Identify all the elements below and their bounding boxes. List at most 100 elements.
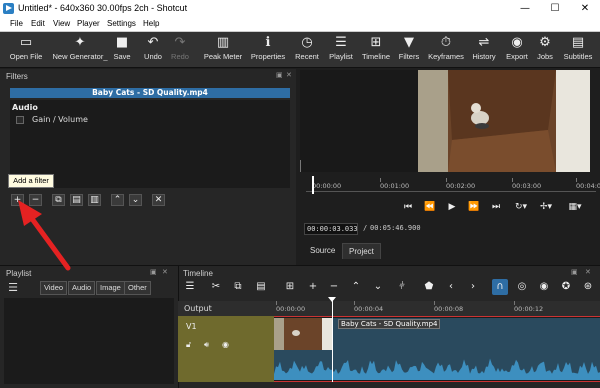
playlist-view-video[interactable]: Video — [40, 281, 68, 295]
remove-icon[interactable]: − — [326, 279, 342, 295]
player-canvas-background — [300, 70, 418, 172]
remove-filter-button[interactable]: − — [29, 194, 42, 206]
next-marker-icon[interactable]: › — [465, 279, 481, 295]
fast-forward-icon[interactable]: ⏩ — [467, 201, 481, 213]
tab-project[interactable]: Project — [342, 243, 381, 259]
player-playhead[interactable] — [312, 176, 314, 194]
playlist-view-image[interactable]: Image — [96, 281, 125, 295]
previous-marker-icon[interactable]: ‹ — [443, 279, 459, 295]
close-icon[interactable]: ✕ — [570, 0, 600, 18]
add-icon[interactable]: + — [305, 279, 321, 295]
split-icon[interactable]: ⫩ — [394, 279, 410, 295]
menu-view[interactable]: View — [53, 19, 70, 28]
close-panel-icon[interactable]: ✕ — [162, 268, 168, 276]
rewind-icon[interactable]: ⏪ — [423, 201, 437, 213]
peak-meter-button[interactable]: ▥ Peak Meter — [201, 32, 245, 68]
deselect-filter-button[interactable]: ✕ — [152, 194, 165, 206]
keyframes-button[interactable]: ⏱ Keyframes — [427, 32, 465, 68]
toolbar: ▭ Open File ✦ New Generator_ ■ Save ↶ Un… — [0, 32, 600, 68]
overwrite-icon[interactable]: ⌄ — [370, 279, 386, 295]
filters-button[interactable]: ▼ Filters — [396, 32, 422, 68]
recent-button[interactable]: ◷ Recent — [292, 32, 322, 68]
save-button[interactable]: ■ Save — [110, 32, 134, 68]
redo-button[interactable]: ↷ Redo — [168, 32, 192, 68]
playlist-menu-icon[interactable]: ☰ — [6, 281, 20, 295]
copy-filters-button[interactable]: ⧉ — [52, 194, 65, 206]
scrub-icon[interactable]: ◎ — [514, 279, 530, 295]
clip-thumbnail — [274, 318, 332, 350]
float-panel-icon[interactable]: ▣ — [571, 268, 578, 276]
play-icon[interactable]: ▶ — [445, 201, 459, 213]
undo-button[interactable]: ↶ Undo — [140, 32, 166, 68]
jobs-button[interactable]: ⚙ Jobs — [534, 32, 556, 68]
menu-file[interactable]: File — [10, 19, 23, 28]
playlist-view-other[interactable]: Other — [124, 281, 151, 295]
timeline-button[interactable]: ⊞ Timeline — [359, 32, 393, 68]
loop-icon[interactable]: ↻▾ — [511, 201, 531, 213]
history-icon: ⇌ — [478, 35, 490, 50]
timeline-playhead-handle[interactable] — [328, 297, 336, 302]
subtitles-button[interactable]: ▤ Subtitles — [561, 32, 595, 68]
new-generator-button[interactable]: ✦ New Generator_ — [52, 32, 108, 68]
marker-icon[interactable]: ⬟ — [421, 279, 437, 295]
open-file-button[interactable]: ▭ Open File — [8, 32, 44, 68]
playlist-button[interactable]: ☰ Playlist — [326, 32, 356, 68]
ripple-icon[interactable]: ◉ — [536, 279, 552, 295]
append-icon[interactable]: ⊞ — [282, 279, 298, 295]
minimize-icon[interactable]: — — [510, 0, 540, 18]
tab-source[interactable]: Source — [304, 243, 341, 259]
playlist-view-audio[interactable]: Audio — [68, 281, 96, 295]
cut-icon[interactable]: ✂ — [208, 279, 224, 295]
player-scrollbar[interactable] — [300, 160, 301, 172]
mute-icon[interactable]: 🔊︎ — [204, 340, 209, 350]
history-button[interactable]: ⇌ History — [469, 32, 499, 68]
video-preview[interactable] — [418, 70, 590, 172]
menu-help[interactable]: Help — [143, 19, 159, 28]
close-panel-icon[interactable]: ✕ — [286, 71, 292, 79]
skip-next-icon[interactable]: ⏭ — [489, 201, 503, 213]
track-label-v1: V1 — [186, 322, 197, 331]
paste-filters-button[interactable]: ▤ — [70, 194, 83, 206]
float-panel-icon[interactable]: ▣ — [276, 71, 283, 79]
waveform-path — [274, 358, 600, 380]
ripple-all-icon[interactable]: ✪ — [558, 279, 574, 295]
lift-icon[interactable]: ⌃ — [348, 279, 364, 295]
menu-settings[interactable]: Settings — [107, 19, 136, 28]
maximize-icon[interactable]: ☐ — [540, 0, 570, 18]
menu-player[interactable]: Player — [77, 19, 100, 28]
player-ruler[interactable]: 00:00:00 00:01:00 00:02:00 00:03:00 00:0… — [306, 178, 600, 192]
add-filter-button[interactable]: + — [11, 194, 24, 206]
track-label-output: Output — [184, 304, 212, 313]
paste-icon[interactable]: ▤ — [253, 279, 269, 295]
timeline-playhead[interactable] — [332, 299, 333, 382]
grid-icon[interactable]: ▦▾ — [564, 201, 586, 213]
zoom-icon[interactable]: ✢▾ — [536, 201, 556, 213]
jobs-icon: ⚙ — [539, 35, 551, 50]
menu-edit[interactable]: Edit — [31, 19, 45, 28]
copy-icon[interactable]: ⧉ — [230, 279, 246, 295]
ripple-markers-icon[interactable]: ⊛ — [580, 279, 596, 295]
snap-magnet-icon[interactable]: ∩ — [492, 279, 508, 295]
timeline-clip-label: Baby Cats - SD Quality.mp4 — [338, 319, 441, 329]
float-panel-icon[interactable]: ▣ — [150, 268, 157, 276]
video-frame-image — [418, 70, 590, 172]
timeline-menu-icon[interactable]: ☰ — [182, 279, 198, 295]
filter-item-gain-volume[interactable]: Gain / Volume — [12, 114, 290, 126]
timeline-ruler[interactable]: 00:00:00 00:00:04 00:00:08 00:00:12 — [274, 301, 600, 316]
audio-waveform — [274, 358, 600, 380]
lock-icon[interactable]: 🔓︎ — [186, 340, 191, 350]
filter-enable-checkbox[interactable] — [16, 116, 24, 124]
x-icon: ✕ — [154, 195, 163, 205]
move-filter-up-button[interactable]: ⌃ — [111, 194, 124, 206]
save-preset-button[interactable]: ▥ — [88, 194, 101, 206]
add-filter-tooltip: Add a filter — [8, 174, 54, 188]
current-timecode-field[interactable]: 00:00:03.033 — [304, 223, 358, 235]
playlist-list[interactable] — [4, 298, 174, 384]
eye-icon[interactable]: ◉ — [222, 340, 229, 349]
close-panel-icon[interactable]: ✕ — [585, 268, 591, 276]
export-button[interactable]: ◉ Export — [503, 32, 531, 68]
skip-previous-icon[interactable]: ⏮ — [401, 201, 415, 213]
properties-button[interactable]: ℹ Properties — [249, 32, 287, 68]
shotcut-app-icon — [3, 3, 14, 14]
move-filter-down-button[interactable]: ⌄ — [129, 194, 142, 206]
